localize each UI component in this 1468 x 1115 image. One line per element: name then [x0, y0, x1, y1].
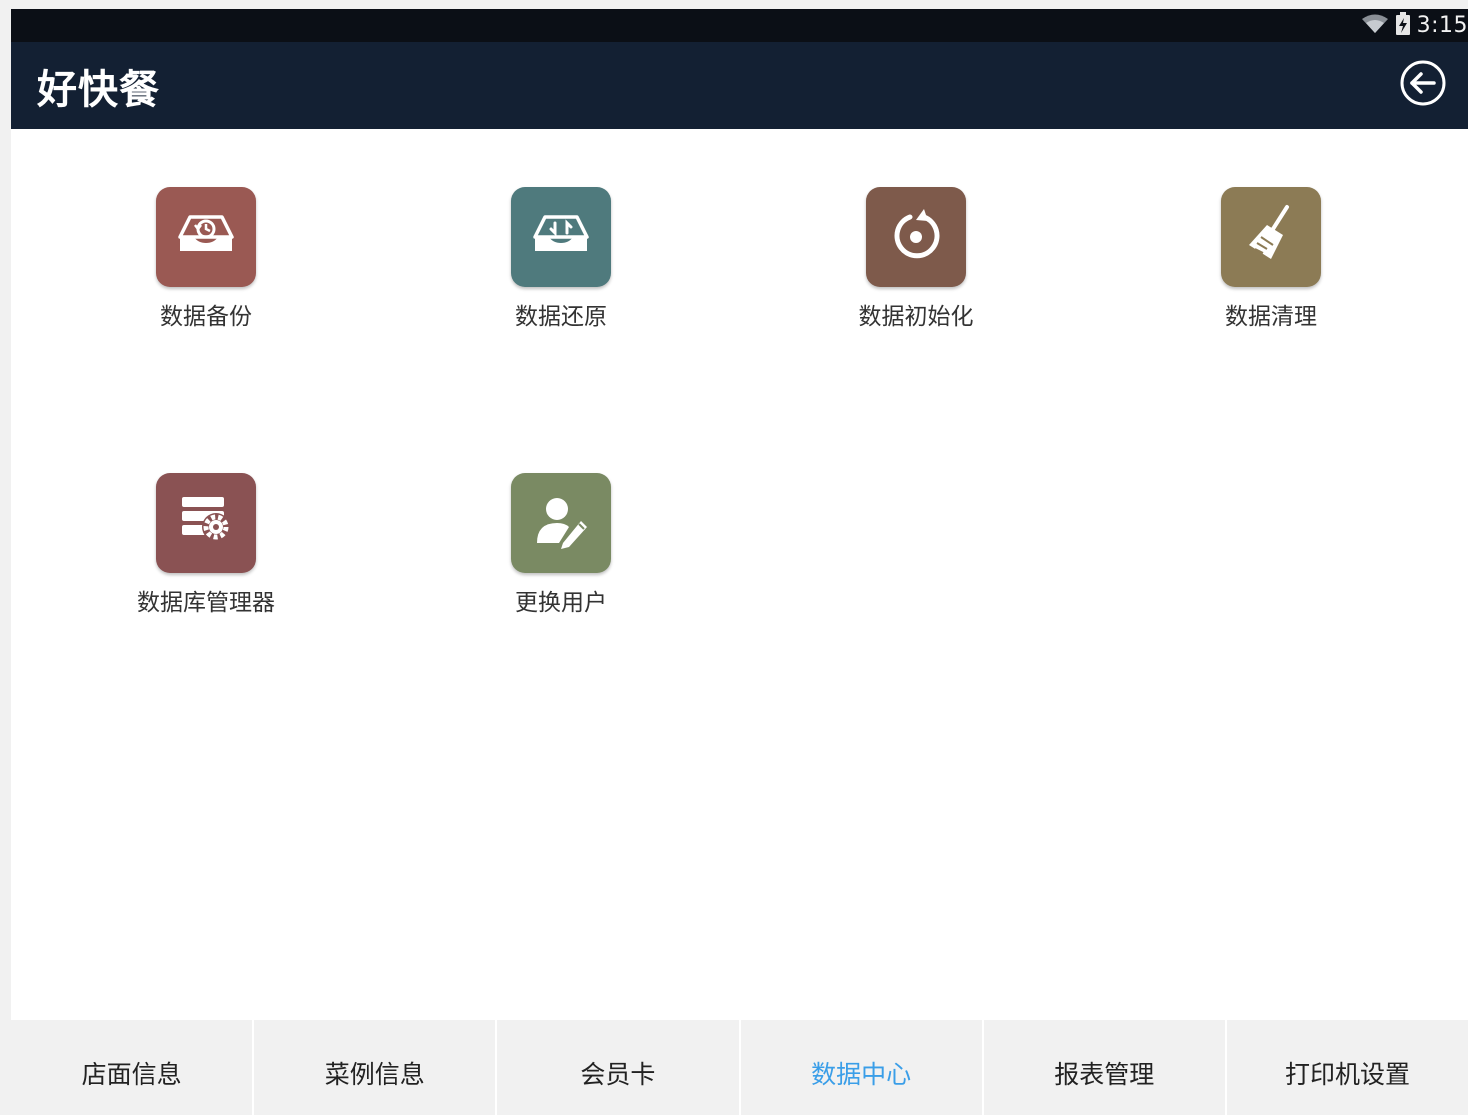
tile-icon-bg [1221, 187, 1321, 287]
tile-icon-bg [156, 473, 256, 573]
app-title: 好快餐 [37, 66, 160, 113]
tile-label: 数据备份 [160, 304, 252, 330]
tile-label: 更换用户 [515, 590, 607, 616]
tile-label: 数据库管理器 [137, 590, 275, 616]
tile-label: 数据清理 [1225, 304, 1317, 330]
reset-icon [888, 207, 944, 267]
tab-printer-settings[interactable]: 打印机设置 [1227, 1020, 1468, 1115]
tile-db-manager[interactable]: 数据库管理器 [106, 473, 306, 617]
tab-menu-info[interactable]: 菜例信息 [254, 1020, 498, 1115]
tile-icon-bg [156, 187, 256, 287]
status-time: 3:15 [1416, 13, 1468, 38]
tile-icon-bg [511, 187, 611, 287]
restore-tray-icon [531, 213, 591, 261]
tab-store-info[interactable]: 店面信息 [11, 1020, 255, 1115]
back-button[interactable] [1398, 60, 1448, 110]
tile-switch-user[interactable]: 更换用户 [461, 473, 661, 617]
user-edit-icon [531, 491, 591, 555]
tab-member-card[interactable]: 会员卡 [497, 1020, 741, 1115]
battery-charging-icon [1395, 11, 1411, 40]
status-icons: 3:15 [1361, 9, 1468, 42]
bottom-tab-bar: 店面信息 菜例信息 会员卡 数据中心 报表管理 打印机设置 [11, 1020, 1468, 1115]
tile-data-init[interactable]: 数据初始化 [816, 187, 1016, 331]
tile-data-clean[interactable]: 数据清理 [1171, 187, 1371, 331]
back-arrow-circle-icon [1399, 59, 1447, 111]
database-gear-icon [176, 493, 236, 553]
app-bar: 好快餐 [11, 42, 1468, 129]
tile-label: 数据初始化 [858, 304, 974, 330]
tile-data-restore[interactable]: 数据还原 [461, 187, 661, 331]
tile-label: 数据还原 [515, 304, 607, 330]
tab-data-center[interactable]: 数据中心 [741, 1020, 984, 1115]
tile-data-backup[interactable]: 数据备份 [106, 187, 306, 331]
wifi-icon [1361, 13, 1389, 39]
tab-report-management[interactable]: 报表管理 [984, 1020, 1227, 1115]
status-bar: 3:15 [11, 9, 1468, 42]
broom-icon [1241, 203, 1301, 271]
backup-tray-icon [176, 213, 236, 261]
tile-icon-bg [866, 187, 966, 287]
tile-icon-bg [511, 473, 611, 573]
app-screen: 3:15 好快餐 数据备份 数据还原 数据初始化 数据清理 数据库管理器 更换用… [11, 9, 1468, 1115]
